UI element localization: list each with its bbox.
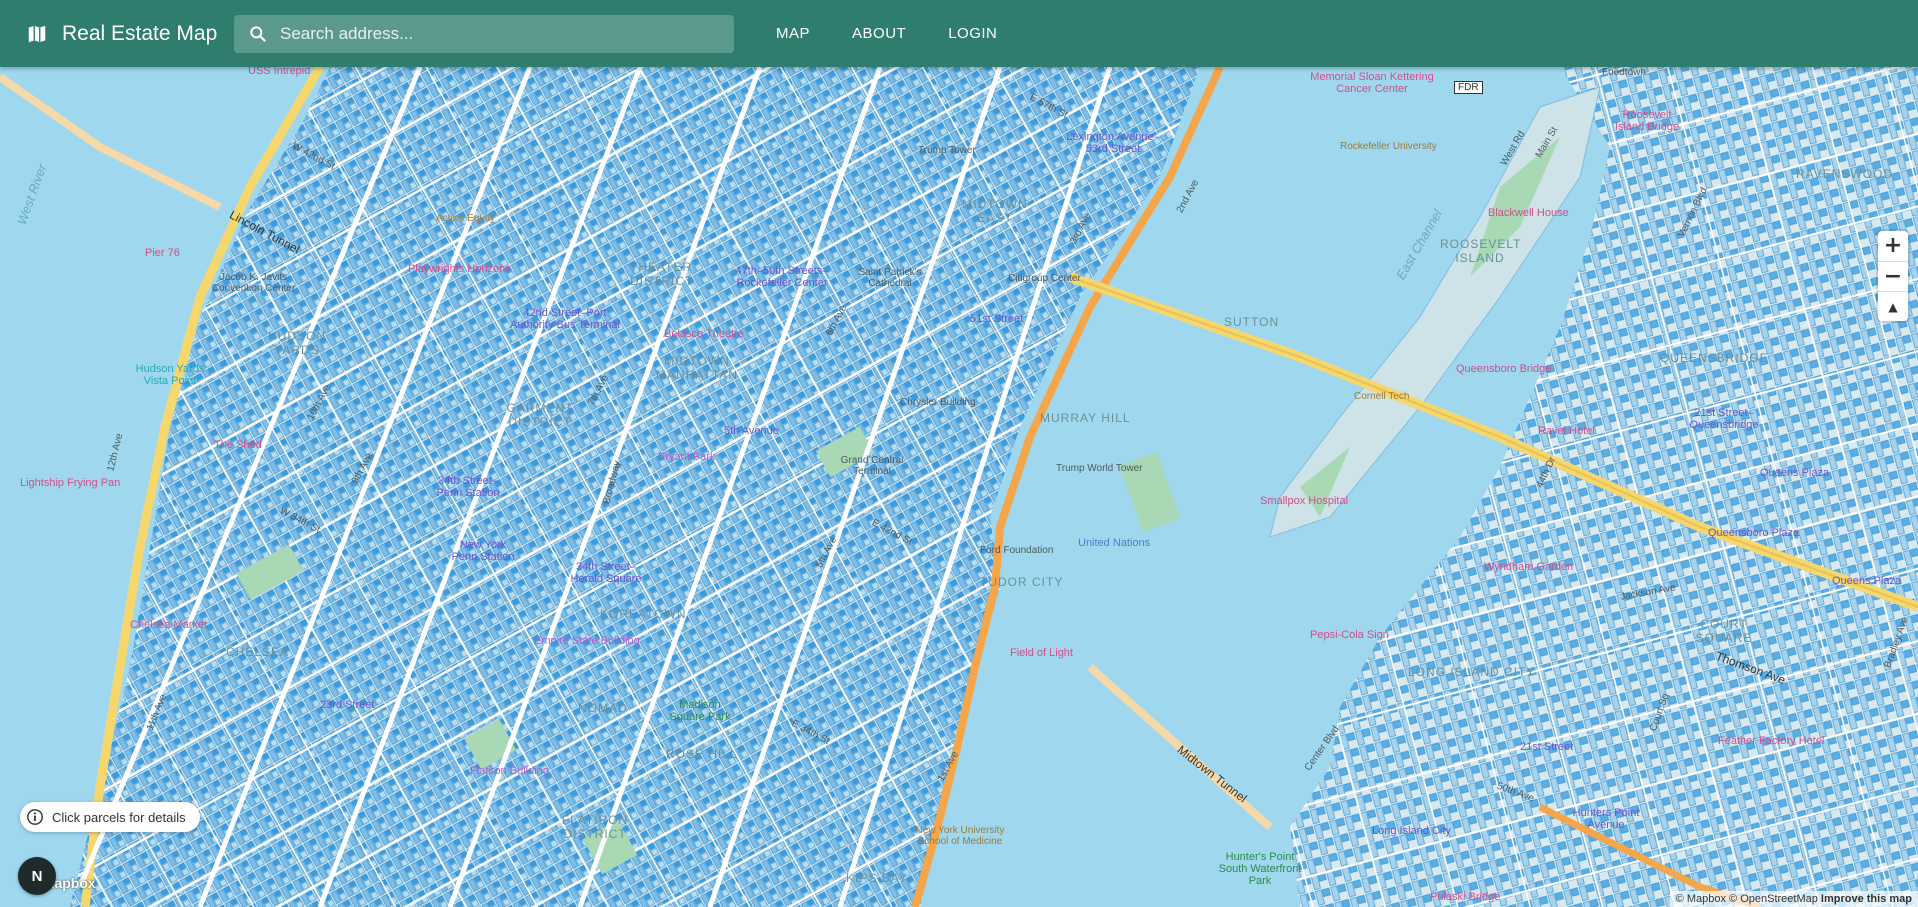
station-label[interactable]: 47th–50th Streets–Rockefeller Center <box>722 265 842 289</box>
district-label: ROOSEVELT ISLAND <box>1440 237 1522 265</box>
poi-label[interactable]: Foodtown <box>1602 67 1646 78</box>
district-label: RAVENSWOOD <box>1796 167 1894 181</box>
map-canvas[interactable]: USS Intrepid Pier 76 Jacob K. Javits Con… <box>0 67 1918 907</box>
search-bar[interactable] <box>234 15 734 53</box>
district-label: CHELSEA <box>226 645 290 659</box>
map-attribution: © Mapbox © OpenStreetMap Improve this ma… <box>1669 891 1918 907</box>
poi-label[interactable]: Belasco Theatre <box>664 328 744 340</box>
poi-label[interactable]: Actors Equity <box>436 213 495 224</box>
station-label[interactable]: 51st Street <box>970 313 1023 325</box>
zoom-in-button[interactable]: + <box>1878 231 1908 261</box>
poi-label[interactable]: Lightship Frying Pan <box>20 477 120 489</box>
poi-label[interactable]: Hudson Yards Vista Point <box>130 363 210 387</box>
map-base[interactable] <box>0 67 1918 907</box>
zoom-controls: + − ▲ <box>1878 231 1908 321</box>
road-label: FDR <box>1454 81 1483 94</box>
poi-label[interactable]: Saint Patrick's Cathedral <box>850 267 930 289</box>
district-label: THEATER DISTRICT <box>630 260 694 288</box>
station-label[interactable]: New York Penn Station <box>448 539 518 563</box>
poi-label[interactable]: Hunter's Point South Waterfront Park <box>1210 851 1310 887</box>
search-input[interactable] <box>278 23 702 45</box>
station-label[interactable]: Queensboro Plaza <box>1708 527 1799 539</box>
station-label[interactable]: 34th Street–Herald Square <box>566 561 646 585</box>
poi-label[interactable]: Wyndham Garden <box>1484 561 1573 573</box>
app-title: Real Estate Map <box>62 21 218 45</box>
station-label[interactable]: 42nd Street–Port Authority Bus Terminal <box>505 307 625 331</box>
poi-label[interactable]: Memorial Sloan Kettering Cancer Center <box>1302 71 1442 95</box>
poi-label[interactable]: Playwrights Horizons <box>408 263 511 275</box>
hint-text: Click parcels for details <box>52 809 186 825</box>
poi-label[interactable]: Trump World Tower <box>1056 463 1143 474</box>
district-label: LONG ISLAND CITY <box>1408 665 1536 679</box>
poi-label[interactable]: Pulaski Bridge <box>1430 891 1500 903</box>
poi-label[interactable]: Madison Square Park <box>660 699 740 723</box>
main-nav: MAP ABOUT LOGIN <box>764 0 1027 67</box>
poi-label[interactable]: The Shed <box>214 439 262 451</box>
district-label: MIDTOWN MANHATTAN <box>656 354 738 382</box>
station-label[interactable]: 5th Avenue <box>724 425 779 437</box>
poi-label[interactable]: Grand Central Terminal <box>832 455 912 477</box>
poi-label[interactable]: Citigroup Center <box>1008 273 1081 284</box>
search-icon <box>250 26 266 42</box>
poi-label[interactable]: United Nations <box>1078 537 1150 549</box>
district-label: MIDTOWN EAST <box>962 197 1028 225</box>
poi-label[interactable]: Pier 76 <box>145 247 180 259</box>
improve-map-link[interactable]: Improve this map <box>1821 893 1912 905</box>
station-label[interactable]: Long Island City <box>1372 825 1451 837</box>
app-header: Real Estate Map MAP ABOUT LOGIN <box>0 0 1918 67</box>
poi-label[interactable]: Flatiron Building <box>470 765 549 777</box>
district-label: ROSE HILL <box>666 747 738 761</box>
poi-label[interactable]: Chelsea Market <box>130 619 207 631</box>
station-label[interactable]: 34th Street–Penn Station <box>428 475 508 499</box>
poi-label[interactable]: Cornell Tech <box>1354 391 1409 402</box>
poi-label[interactable]: Ravel Hotel <box>1538 425 1595 437</box>
station-label[interactable]: 23rd Street <box>320 699 374 711</box>
district-label: MURRAY HILL <box>1040 411 1131 425</box>
poi-label[interactable]: Empire State Building <box>534 635 640 647</box>
district-label: QUEENSBRIDGE <box>1660 351 1769 365</box>
info-icon <box>27 809 43 825</box>
poi-label[interactable]: Ford Foundation <box>980 545 1053 556</box>
district-label: TUDOR CITY <box>980 575 1064 589</box>
station-label[interactable]: Queens Plaza <box>1760 467 1829 479</box>
district-label: GARMENT DISTRICT <box>506 401 574 429</box>
district-label: NOMAD <box>578 701 628 715</box>
poi-label[interactable]: Blackwell House <box>1488 207 1569 219</box>
zoom-out-button[interactable]: − <box>1878 261 1908 291</box>
district-label: KOREATOWN <box>600 607 687 621</box>
district-label: HUDSON YARDS <box>267 329 326 357</box>
poi-label[interactable]: Rockefeller University <box>1340 141 1437 152</box>
poi-label[interactable]: Pepsi-Cola Sign <box>1310 629 1389 641</box>
attribution-text[interactable]: © Mapbox © OpenStreetMap <box>1676 893 1818 905</box>
poi-label[interactable]: Feather Factory Hotel <box>1718 735 1824 747</box>
poi-label[interactable]: Chrysler Building <box>900 397 976 408</box>
reset-north-button[interactable]: ▲ <box>1878 291 1908 321</box>
nav-login[interactable]: LOGIN <box>936 17 1009 50</box>
poi-label[interactable]: Queensboro Bridge <box>1456 363 1551 375</box>
poi-label[interactable]: Jacob K. Javits Convention Center <box>206 272 301 294</box>
station-label[interactable]: Queens Plaza <box>1832 575 1901 587</box>
poi-label[interactable]: Roosevelt Island Bridge <box>1612 109 1682 133</box>
compass-icon[interactable]: N <box>18 857 56 895</box>
station-label[interactable]: Hunters Point Avenue <box>1566 807 1646 831</box>
poi-label[interactable]: Field of Light <box>1010 647 1073 659</box>
poi-label[interactable]: USS Intrepid <box>248 67 310 77</box>
nav-map[interactable]: MAP <box>764 17 822 50</box>
poi-label[interactable]: New York University School of Medicine <box>900 825 1020 847</box>
district-label: SUTTON <box>1224 315 1280 329</box>
nav-about[interactable]: ABOUT <box>840 17 918 50</box>
district-label: COURT SQUARE <box>1695 617 1753 645</box>
click-parcels-hint: Click parcels for details <box>20 802 200 832</box>
district-label: KIPS BAY <box>846 871 908 885</box>
station-label[interactable]: 21st Street <box>1520 741 1573 753</box>
station-label[interactable]: 21st Street–Queensbridge <box>1684 407 1764 431</box>
district-label: FLATIRON DISTRICT <box>561 813 629 841</box>
poi-label[interactable]: Smallpox Hospital <box>1260 495 1348 507</box>
station-label[interactable]: Lexington Avenue–53rd Street <box>1058 131 1168 155</box>
poi-label[interactable]: Bryant Park <box>658 451 715 463</box>
poi-label[interactable]: Trump Tower <box>918 145 976 156</box>
map-icon <box>28 25 46 42</box>
brand[interactable]: Real Estate Map <box>26 22 217 46</box>
